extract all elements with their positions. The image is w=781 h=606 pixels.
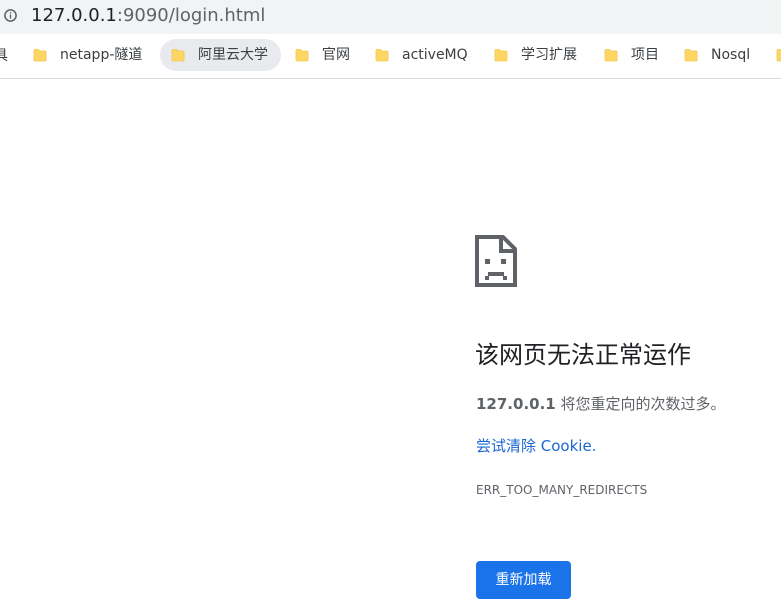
address-bar[interactable]: 127.0.0.1:9090/login.html xyxy=(0,0,781,34)
bookmark-nosql[interactable]: Nosql xyxy=(673,39,765,71)
folder-icon xyxy=(171,49,185,62)
clear-cookies-link[interactable]: 尝试清除 Cookie. xyxy=(476,435,596,457)
bookmark-label: activeMQ xyxy=(402,47,468,63)
bookmark-aliyun-university[interactable]: 阿里云大学 xyxy=(160,39,281,71)
bookmark-official-site[interactable]: 官网 xyxy=(284,39,364,71)
error-title: 该网页无法正常运作 xyxy=(475,341,691,369)
bookmark-label: netapp-隧道 xyxy=(60,47,143,63)
sad-page-icon xyxy=(475,235,517,287)
bookmark-learning-ext[interactable]: 学习扩展 xyxy=(483,39,593,71)
folder-icon xyxy=(604,49,618,62)
folder-icon xyxy=(295,49,309,62)
bookmark-label: 项目 xyxy=(631,47,659,63)
bookmark-cut-off[interactable]: 具 xyxy=(0,46,8,66)
bookmarks-bar: 具 netapp-隧道 阿里云大学 官网 activeMQ 学习扩展 项目 No… xyxy=(0,34,781,79)
url-text[interactable]: 127.0.0.1:9090/login.html xyxy=(31,4,265,28)
folder-icon xyxy=(684,49,698,62)
bookmark-overflow-folder[interactable] xyxy=(765,39,781,71)
error-description-text: 将您重定向的次数过多。 xyxy=(555,395,726,413)
reload-button[interactable]: 重新加载 xyxy=(476,561,571,599)
url-path: :9090/login.html xyxy=(116,5,266,26)
folder-icon xyxy=(375,49,389,62)
error-host: 127.0.0.1 xyxy=(476,395,556,413)
bookmark-label: Nosql xyxy=(711,47,751,63)
error-code: ERR_TOO_MANY_REDIRECTS xyxy=(476,483,648,497)
folder-icon xyxy=(33,49,47,62)
bookmark-netapp[interactable]: netapp-隧道 xyxy=(22,39,160,71)
bookmark-projects[interactable]: 项目 xyxy=(593,39,673,71)
bookmark-label: 学习扩展 xyxy=(521,47,577,63)
bookmark-activemq[interactable]: activeMQ xyxy=(364,39,484,71)
bookmark-label: 官网 xyxy=(322,47,350,63)
info-icon[interactable] xyxy=(4,9,17,22)
bookmark-label: 阿里云大学 xyxy=(198,47,268,63)
folder-icon xyxy=(776,49,781,62)
error-description: 127.0.0.1 将您重定向的次数过多。 xyxy=(476,393,726,415)
url-host: 127.0.0.1 xyxy=(31,5,117,26)
folder-icon xyxy=(494,49,508,62)
